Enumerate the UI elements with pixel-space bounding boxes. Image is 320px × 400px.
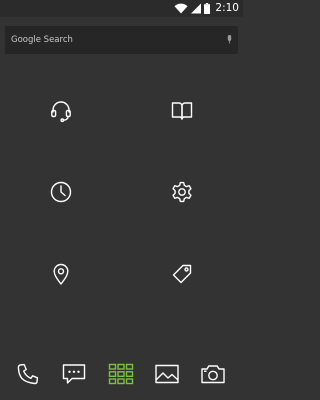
tag-icon bbox=[172, 264, 192, 284]
headset-icon bbox=[51, 101, 71, 123]
app-settings[interactable] bbox=[167, 177, 197, 207]
camera-icon bbox=[201, 365, 225, 384]
app-location[interactable] bbox=[46, 259, 76, 289]
clock-icon bbox=[50, 181, 72, 203]
status-bar: 2:10 bbox=[0, 0, 243, 17]
app-drawer-icon bbox=[108, 363, 134, 385]
status-icons: 2:10 bbox=[174, 1, 239, 16]
location-pin-icon bbox=[53, 263, 69, 285]
book-icon bbox=[171, 102, 193, 120]
status-time: 2:10 bbox=[215, 2, 239, 14]
app-tag[interactable] bbox=[167, 259, 197, 289]
google-search-bar[interactable]: Google Search bbox=[5, 26, 238, 54]
app-clock[interactable] bbox=[46, 177, 76, 207]
dock-app-drawer[interactable] bbox=[106, 359, 136, 389]
settings-gear-icon bbox=[172, 181, 192, 203]
dock-camera[interactable] bbox=[198, 359, 228, 389]
dock-messages[interactable] bbox=[59, 359, 89, 389]
dock bbox=[0, 352, 243, 400]
wifi-icon bbox=[174, 3, 188, 14]
search-placeholder: Google Search bbox=[11, 35, 73, 45]
dock-phone[interactable] bbox=[13, 359, 43, 389]
dock-gallery[interactable] bbox=[152, 359, 182, 389]
phone-icon bbox=[17, 363, 39, 385]
app-book[interactable] bbox=[167, 96, 197, 126]
battery-icon bbox=[204, 3, 211, 14]
gallery-icon bbox=[155, 364, 179, 384]
app-headset[interactable] bbox=[46, 96, 76, 126]
microphone-icon[interactable] bbox=[227, 35, 232, 44]
signal-icon bbox=[191, 3, 202, 14]
messages-icon bbox=[62, 364, 86, 384]
